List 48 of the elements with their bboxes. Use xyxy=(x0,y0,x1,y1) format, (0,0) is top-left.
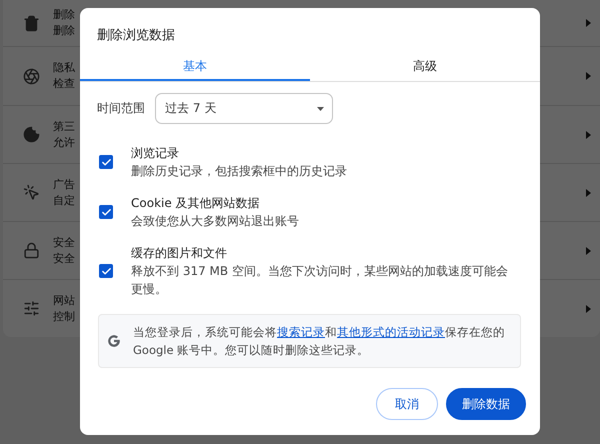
setting-description: 控制 xyxy=(53,308,75,324)
option-description: 会致使您从大多数网站退出账号 xyxy=(131,213,300,230)
sliders-icon xyxy=(23,300,40,317)
caret-icon[interactable] xyxy=(586,246,591,254)
cancel-button[interactable]: 取消 xyxy=(376,388,438,420)
setting-title: 安全 xyxy=(53,234,75,250)
lock-icon xyxy=(23,242,40,259)
checkbox[interactable] xyxy=(99,264,113,278)
info-text: 当您登录后，系统可能会将搜索记录和其他形式的活动记录保存在您的 Google 账号中。您可以随时删除这些记录。 xyxy=(133,324,506,359)
setting-title: 广告 xyxy=(53,176,75,192)
setting-description: 检查 xyxy=(53,76,75,92)
tab[interactable]: 基本 xyxy=(80,52,310,81)
tab[interactable]: 高级 xyxy=(310,52,540,81)
setting-description: 允许 xyxy=(53,134,75,150)
link[interactable]: 搜索记录 xyxy=(277,325,325,339)
setting-title: 第三 xyxy=(53,118,75,134)
caret-icon xyxy=(317,106,324,110)
dialog-title: 删除浏览数据 xyxy=(96,27,176,45)
caret-icon[interactable] xyxy=(586,188,591,196)
caret-icon[interactable] xyxy=(586,130,591,138)
option-title: 浏览记录 xyxy=(131,145,180,162)
check-icon xyxy=(100,206,112,218)
setting-title: 网站 xyxy=(53,292,75,308)
checkbox[interactable] xyxy=(99,205,113,219)
check-icon xyxy=(100,156,112,168)
setting-description: 自定 xyxy=(53,192,75,208)
time-range-dropdown[interactable]: 过去 7 天 xyxy=(155,93,333,124)
link[interactable]: 其他形式的活动记录 xyxy=(337,325,445,339)
cookie-icon xyxy=(23,126,40,143)
setting-description: 安全 xyxy=(53,250,75,266)
setting-title: 隐私 xyxy=(53,60,75,76)
caret-icon[interactable] xyxy=(586,72,591,80)
setting-title: 删除 xyxy=(53,7,75,23)
option-title: 缓存的图片和文件 xyxy=(131,245,228,262)
option-title: Cookie 及其他网站数据 xyxy=(131,195,261,212)
caret-icon[interactable] xyxy=(586,19,591,27)
option-description: 释放不到 317 MB 空间。当您下次访问时，某些网站的加载速度可能会更慢。 xyxy=(131,263,509,298)
check-icon xyxy=(100,266,112,276)
delete-data-button[interactable]: 删除数据 xyxy=(446,388,526,420)
google-g-icon xyxy=(107,334,121,348)
trash-icon xyxy=(23,14,40,32)
caret-icon[interactable] xyxy=(586,304,591,312)
option-description: 删除历史记录，包括搜索框中的历史记录 xyxy=(131,163,348,180)
aperture-icon xyxy=(23,68,40,84)
setting-description: 删除 xyxy=(53,23,75,39)
checkbox[interactable] xyxy=(99,155,113,169)
time-range-label: 时间范围 xyxy=(97,100,145,117)
cursor-click-icon xyxy=(23,184,40,201)
